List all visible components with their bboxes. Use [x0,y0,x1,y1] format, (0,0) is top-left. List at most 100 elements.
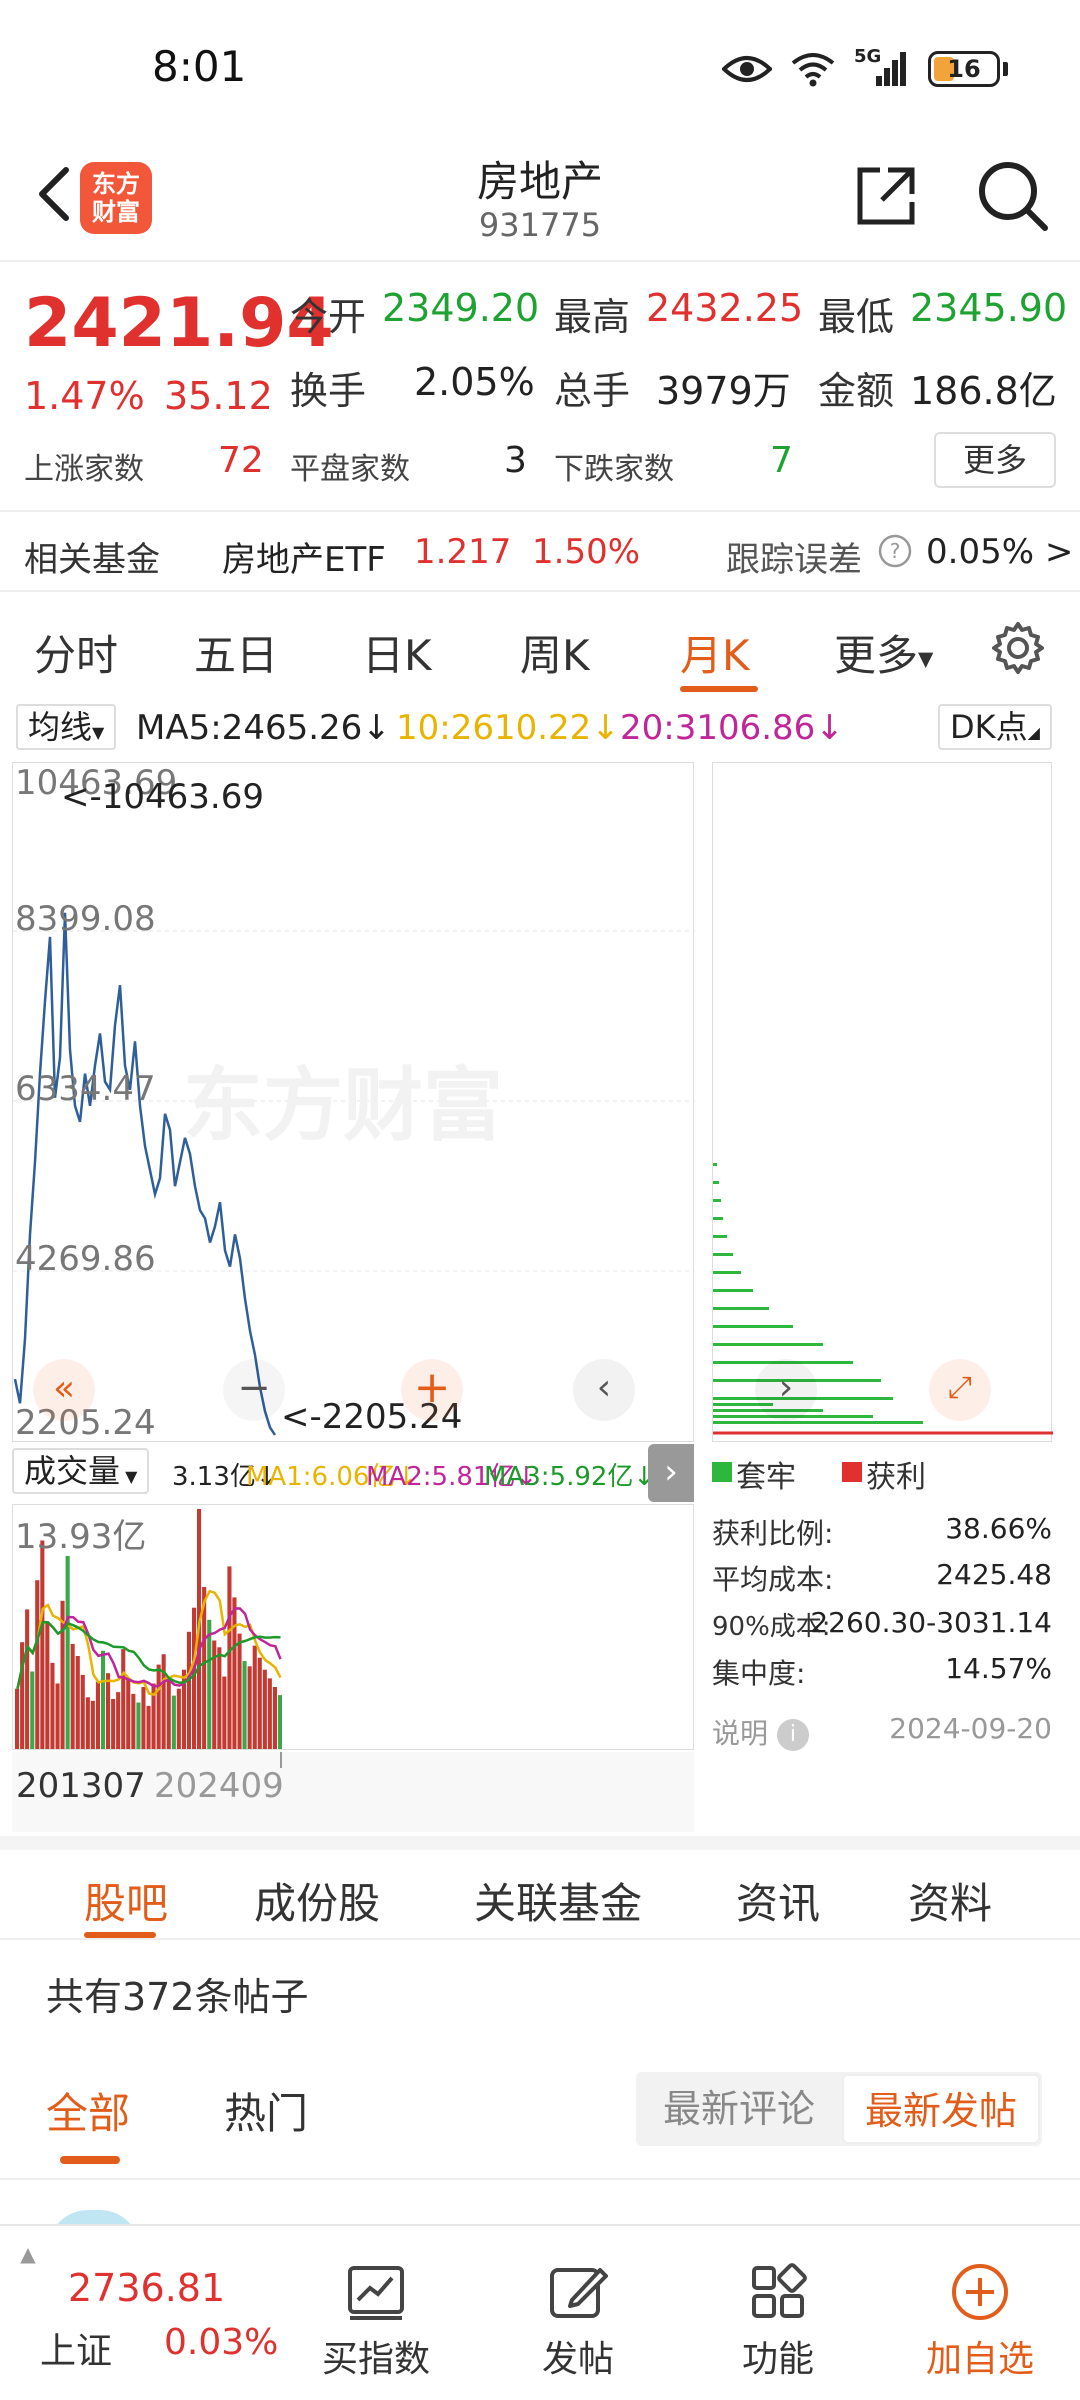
volume-label: 总手 [554,369,631,413]
volume-bar [257,1657,262,1749]
post-filter-row: 全部 热门 最新评论 最新发帖 [0,2060,1080,2170]
change-percent: 1.47% [24,374,145,418]
volume-bar [232,1597,237,1749]
volume-bar [171,1695,176,1749]
scroll-left-button[interactable]: ‹ [573,1359,635,1421]
index-percent: 0.03% [164,2322,279,2363]
related-fund-row[interactable]: 相关基金 房地产ETF 1.217 1.50% 跟踪误差 ? 0.05% > [0,510,1080,592]
related-fund-percent: 1.50% [532,532,641,572]
nav-functions[interactable]: 功能 [702,2226,854,2400]
volume-selector[interactable]: 成交量 ▼ [12,1448,150,1494]
expand-icon: ⤢ [948,1370,972,1405]
up-count-label: 上涨家数 [24,452,144,487]
sort-latest-comment[interactable]: 最新评论 [636,2072,842,2146]
more-button[interactable]: 更多 [934,432,1056,488]
nav-post[interactable]: 发帖 [502,2226,654,2400]
chip-distribution-svg [713,1163,1053,1435]
sort-latest-post[interactable]: 最新发帖 [842,2074,1040,2144]
nav-add-watchlist[interactable]: 加自选 [904,2226,1056,2400]
tab-monthly-k[interactable]: 月K [680,622,750,683]
chip-scroll-right-button[interactable]: › [755,1359,817,1421]
avg-cost-value: 2425.48 [936,1558,1052,1591]
cost90-value: 2260.30-3031.14 [810,1606,1052,1639]
volume-bar [176,1688,181,1749]
related-fund-price: 1.217 [414,532,512,572]
chip-bar [713,1271,741,1274]
ma-selector[interactable]: 均线▼ [16,704,117,750]
jump-start-button[interactable]: « [33,1359,95,1421]
high-value: 2432.25 [646,286,804,330]
chevron-right-icon: › [664,1452,678,1492]
volume-bar [45,1623,50,1749]
volume-bar [90,1700,95,1749]
zoom-out-button[interactable]: − [223,1359,285,1421]
chip-bar [713,1421,923,1424]
price-line [13,912,277,1436]
turnover-value: 2.05% [414,360,535,404]
share-button[interactable] [850,160,922,232]
end-date: 202409 [154,1766,284,1806]
volume-bar [131,1693,136,1749]
filter-hot[interactable]: 热门 [224,2080,308,2141]
volume-bar [126,1678,131,1749]
volume-bar [121,1649,126,1749]
volume-bar [146,1705,151,1749]
tab-stock-bar[interactable]: 股吧 [84,1870,168,1931]
tab-more-periods[interactable]: 更多▼ [834,622,933,683]
down-count-label: 下跌家数 [554,452,674,487]
volume-ma3: MA3:5.92亿↓ [484,1462,656,1492]
volume-bar [136,1702,141,1749]
nav-buy-index[interactable]: 买指数 [300,2226,452,2400]
price-chart[interactable]: 东方财富 10463.69 8399.08 6334.47 4269.86 22… [12,762,695,1443]
expand-indicators-button[interactable]: › [648,1444,694,1502]
chevron-right-icon: › [778,1367,794,1408]
volume-bar [262,1669,267,1749]
eye-icon [722,56,772,82]
up-count-value: 72 [218,440,264,481]
filter-all[interactable]: 全部 [46,2080,130,2141]
volume-bar [40,1540,45,1749]
volume-chart[interactable]: 13.93亿 [12,1504,694,1750]
sort-toggle: 最新评论 最新发帖 [636,2072,1042,2146]
tab-news[interactable]: 资讯 [736,1870,820,1931]
legend-trapped-swatch [712,1462,732,1482]
volume-bar [222,1676,227,1749]
chip-distribution-panel[interactable]: › ⤢ [712,762,1053,1442]
volume-bar [247,1666,252,1749]
profit-ratio-row: 获利比例: 38.66% [712,1512,1052,1550]
tracking-error-value[interactable]: 0.05% > [926,532,1073,572]
turnover-label: 换手 [290,369,367,413]
tab-related-funds[interactable]: 关联基金 [474,1870,642,1931]
dk-point-button[interactable]: DK点◢ [938,704,1052,750]
chip-bar [713,1343,823,1346]
max-marker: <-10463.69 [61,777,264,817]
help-icon[interactable]: ? [878,534,912,568]
search-button[interactable] [975,158,1051,234]
active-tab-indicator [84,1932,156,1938]
dropdown-arrow-icon: ▼ [120,1467,138,1486]
high-label: 最高 [554,295,631,339]
settings-icon[interactable] [990,620,1046,676]
related-fund-name[interactable]: 房地产ETF [222,532,386,581]
volume-bar [186,1631,191,1749]
watermark: 东方财富 [183,1059,503,1152]
market-index-ticker[interactable]: ▲ 2736.81 上证 0.03% [0,2226,290,2400]
price-line-layer [13,912,277,1436]
tab-weekly-k[interactable]: 周K [520,622,590,683]
expand-button[interactable]: ⤢ [929,1359,991,1421]
volume-bar [25,1609,30,1749]
tab-profile[interactable]: 资料 [908,1870,992,1931]
tab-daily-k[interactable]: 日K [362,622,432,683]
tab-constituents[interactable]: 成份股 [254,1870,380,1931]
note-row[interactable]: 说明 i 2024-09-20 [712,1712,1052,1752]
index-name: 上证 [40,2331,113,2372]
volume-bar [227,1566,232,1749]
volume-bar [217,1647,222,1749]
ma5-value: MA5:2465.26↓ [136,708,391,748]
volume-bar [70,1643,75,1749]
chip-bar [713,1235,727,1238]
tab-intraday[interactable]: 分时 [34,622,118,683]
tab-five-day[interactable]: 五日 [194,622,278,683]
volume-bar [101,1650,106,1749]
zoom-in-button[interactable]: + [401,1359,463,1421]
